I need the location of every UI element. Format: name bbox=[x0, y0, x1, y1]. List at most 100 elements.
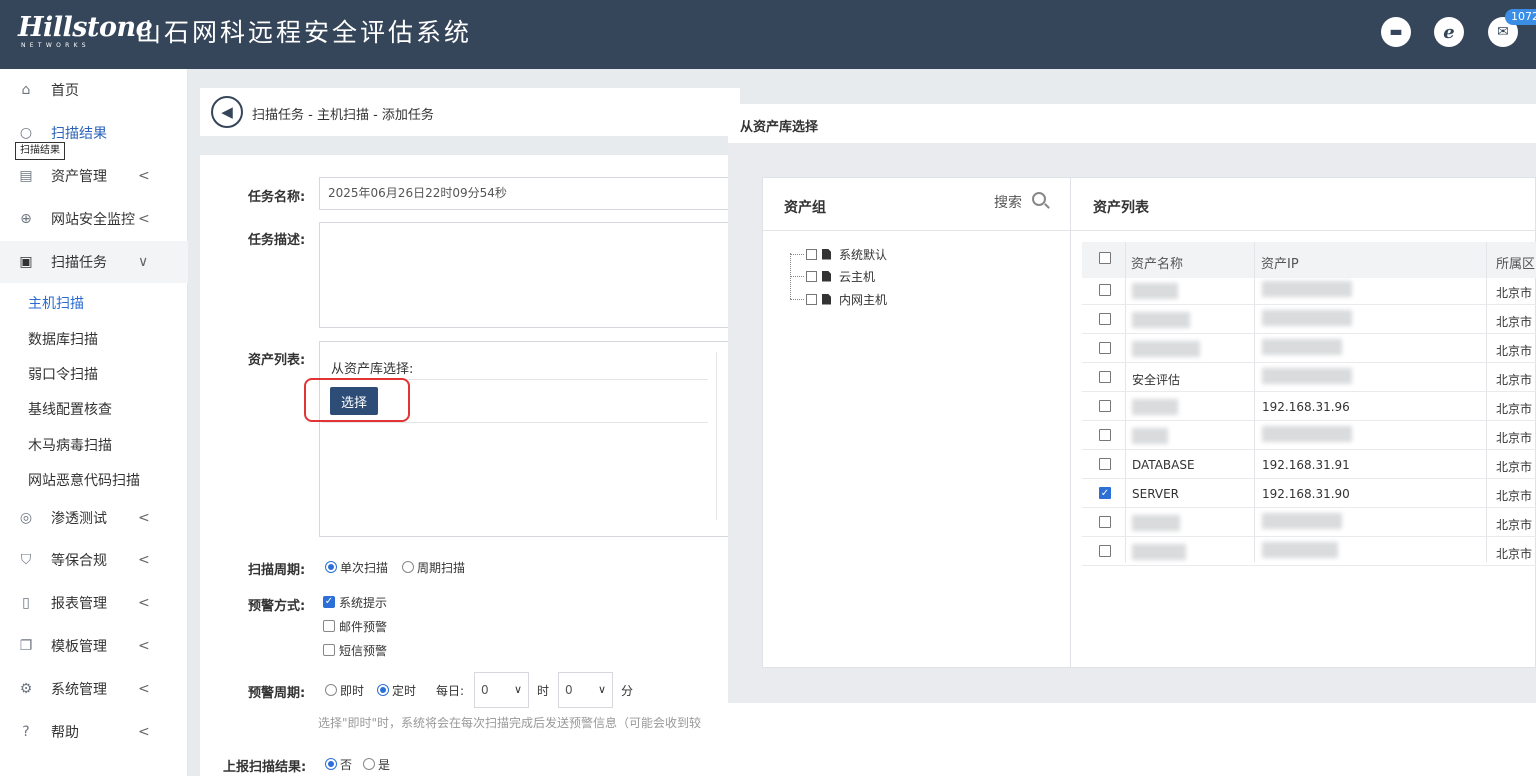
sidebar-subitem-trojan-scan[interactable]: 木马病毒扫描 bbox=[28, 435, 112, 455]
sidebar-item-home[interactable]: ⌂ 首页 bbox=[0, 69, 188, 111]
row-checkbox[interactable] bbox=[1099, 284, 1111, 296]
alert-method-label: 预警方式: bbox=[248, 599, 306, 614]
alert-email-checkbox[interactable]: 邮件预警 bbox=[323, 618, 387, 634]
sidebar-item-label: 扫描结果 bbox=[51, 126, 107, 142]
redacted-asset-ip bbox=[1262, 339, 1342, 355]
sidebar-item-templates[interactable]: ❐ 模板管理 < bbox=[0, 625, 188, 667]
hour-select[interactable]: 0 ∨ bbox=[474, 672, 529, 708]
sidebar-item-label: 渗透测试 bbox=[51, 511, 107, 527]
sidebar-item-label: 帮助 bbox=[51, 725, 79, 741]
alert-instant-radio[interactable]: 即时 bbox=[325, 682, 364, 698]
hillstone-logo[interactable]: Hillstone NETWORKS bbox=[18, 14, 153, 50]
report-no-radio[interactable]: 否 bbox=[325, 756, 352, 772]
sidebar-subitem-database-scan[interactable]: 数据库扫描 bbox=[28, 329, 98, 349]
sidebar-subitem-baseline-check[interactable]: 基线配置核查 bbox=[28, 399, 112, 419]
column-region[interactable]: 所属区 bbox=[1496, 253, 1535, 272]
scan-cycle-label: 扫描周期: bbox=[248, 563, 306, 578]
sidebar-item-label: 模板管理 bbox=[51, 639, 107, 655]
sidebar-item-web-monitoring[interactable]: ⊕ 网站安全监控 < bbox=[0, 198, 188, 240]
asset-from-library-label: 从资产库选择: bbox=[331, 362, 414, 377]
column-asset-ip[interactable]: 资产IP bbox=[1261, 253, 1299, 272]
tree-node-cloud-host[interactable]: 云主机 bbox=[790, 268, 875, 284]
sidebar-item-label: 系统管理 bbox=[51, 682, 107, 698]
redacted-asset-name bbox=[1132, 515, 1180, 531]
scan-periodic-radio[interactable]: 周期扫描 bbox=[402, 559, 465, 575]
redacted-asset-ip bbox=[1262, 426, 1352, 442]
task-desc-textarea[interactable] bbox=[319, 222, 739, 328]
ie-browser-icon[interactable]: e bbox=[1434, 17, 1464, 47]
search-icon: ○ bbox=[19, 125, 33, 141]
dialog-title: 从资产库选择 bbox=[740, 120, 819, 135]
asset-list-header: 资产列表 bbox=[1093, 200, 1149, 216]
row-checkbox[interactable] bbox=[1099, 371, 1111, 383]
sidebar-item-help[interactable]: ? 帮助 < bbox=[0, 711, 188, 753]
sidebar-item-penetration-test[interactable]: ◎ 渗透测试 < bbox=[0, 497, 188, 539]
chevron-left-icon: < bbox=[138, 211, 150, 227]
row-checkbox[interactable] bbox=[1099, 342, 1111, 354]
region-cell: 北京市 bbox=[1496, 518, 1533, 532]
asset-ip-cell: 192.168.31.91 bbox=[1262, 458, 1350, 472]
row-checkbox[interactable] bbox=[1099, 545, 1111, 557]
globe-icon: ⊕ bbox=[20, 211, 32, 227]
sidebar-item-asset-management[interactable]: ▤ 资产管理 < bbox=[0, 155, 188, 197]
row-checkbox[interactable]: ✓ bbox=[1099, 487, 1111, 499]
redacted-asset-name bbox=[1132, 399, 1178, 415]
file-icon bbox=[822, 293, 831, 305]
search-link[interactable]: 搜索 bbox=[994, 192, 1022, 212]
sidebar-item-compliance[interactable]: ⛉ 等保合规 < bbox=[0, 539, 188, 581]
select-all-checkbox[interactable] bbox=[1099, 252, 1111, 264]
report-yes-radio[interactable]: 是 bbox=[363, 756, 390, 772]
sidebar-subitem-host-scan[interactable]: 主机扫描 bbox=[28, 293, 84, 313]
region-cell: 北京市 bbox=[1496, 344, 1533, 358]
row-checkbox[interactable] bbox=[1099, 429, 1111, 441]
row-checkbox[interactable] bbox=[1099, 516, 1111, 528]
region-cell: 北京市 bbox=[1496, 402, 1533, 416]
column-asset-name[interactable]: 资产名称 bbox=[1131, 253, 1183, 272]
alert-timed-radio[interactable]: 定时 bbox=[377, 682, 416, 698]
sidebar-item-label: 首页 bbox=[51, 83, 79, 99]
scan-single-radio[interactable]: 单次扫描 bbox=[325, 559, 388, 575]
help-icon: ? bbox=[22, 724, 30, 740]
back-button[interactable]: ◀ bbox=[211, 96, 243, 128]
file-icon bbox=[822, 270, 831, 282]
tree-node-system-default[interactable]: 系统默认 bbox=[790, 246, 887, 262]
chevron-left-icon: < bbox=[138, 681, 150, 697]
row-checkbox[interactable] bbox=[1099, 400, 1111, 412]
chevron-down-icon: ∨ bbox=[513, 683, 522, 696]
chevron-left-icon: < bbox=[138, 552, 150, 568]
target-icon: ◎ bbox=[19, 510, 33, 526]
sidebar-item-scan-tasks[interactable]: ▣ 扫描任务 ∨ bbox=[0, 241, 188, 283]
sidebar-subitem-web-malware-scan[interactable]: 网站恶意代码扫描 bbox=[28, 470, 140, 490]
row-checkbox[interactable] bbox=[1099, 313, 1111, 325]
region-cell: 北京市 bbox=[1496, 315, 1533, 329]
minute-unit: 分 bbox=[621, 683, 634, 698]
redacted-asset-ip bbox=[1262, 368, 1352, 384]
breadcrumb: 扫描任务 - 主机扫描 - 添加任务 bbox=[252, 108, 434, 123]
asset-group-header: 资产组 bbox=[784, 200, 826, 216]
task-name-label: 任务名称: bbox=[248, 190, 306, 205]
sidebar-item-label: 报表管理 bbox=[51, 596, 107, 612]
sidebar-item-system[interactable]: ⚙ 系统管理 < bbox=[0, 668, 188, 710]
sidebar-subitem-weak-password-scan[interactable]: 弱口令扫描 bbox=[28, 364, 98, 384]
chevron-down-icon: ∨ bbox=[138, 254, 149, 270]
task-name-input[interactable]: 2025年06月26日22时09分54秒 bbox=[319, 177, 739, 210]
logo-sub: NETWORKS bbox=[21, 42, 90, 49]
task-desc-label: 任务描述: bbox=[248, 233, 306, 248]
redacted-asset-ip bbox=[1262, 542, 1338, 558]
tree-node-intranet-host[interactable]: 内网主机 bbox=[790, 291, 887, 307]
alert-sms-checkbox[interactable]: 短信预警 bbox=[323, 642, 387, 658]
arrow-left-icon: ◀ bbox=[221, 103, 233, 121]
shield-icon: ⛉ bbox=[20, 552, 32, 568]
sidebar-item-label: 扫描任务 bbox=[51, 255, 107, 271]
search-icon[interactable] bbox=[1032, 192, 1046, 206]
alert-system-checkbox[interactable]: ✓ 系统提示 bbox=[323, 594, 387, 610]
redacted-asset-ip bbox=[1262, 310, 1352, 326]
monitor-icon[interactable]: ▬ bbox=[1381, 17, 1411, 47]
asset-list-label: 资产列表: bbox=[248, 353, 306, 368]
minute-select[interactable]: 0 ∨ bbox=[558, 672, 613, 708]
region-cell: 北京市 bbox=[1496, 373, 1533, 387]
row-checkbox[interactable] bbox=[1099, 458, 1111, 470]
sidebar-item-reports[interactable]: ▯ 报表管理 < bbox=[0, 582, 188, 624]
divider bbox=[762, 230, 1536, 231]
asset-name-cell: DATABASE bbox=[1132, 458, 1195, 472]
